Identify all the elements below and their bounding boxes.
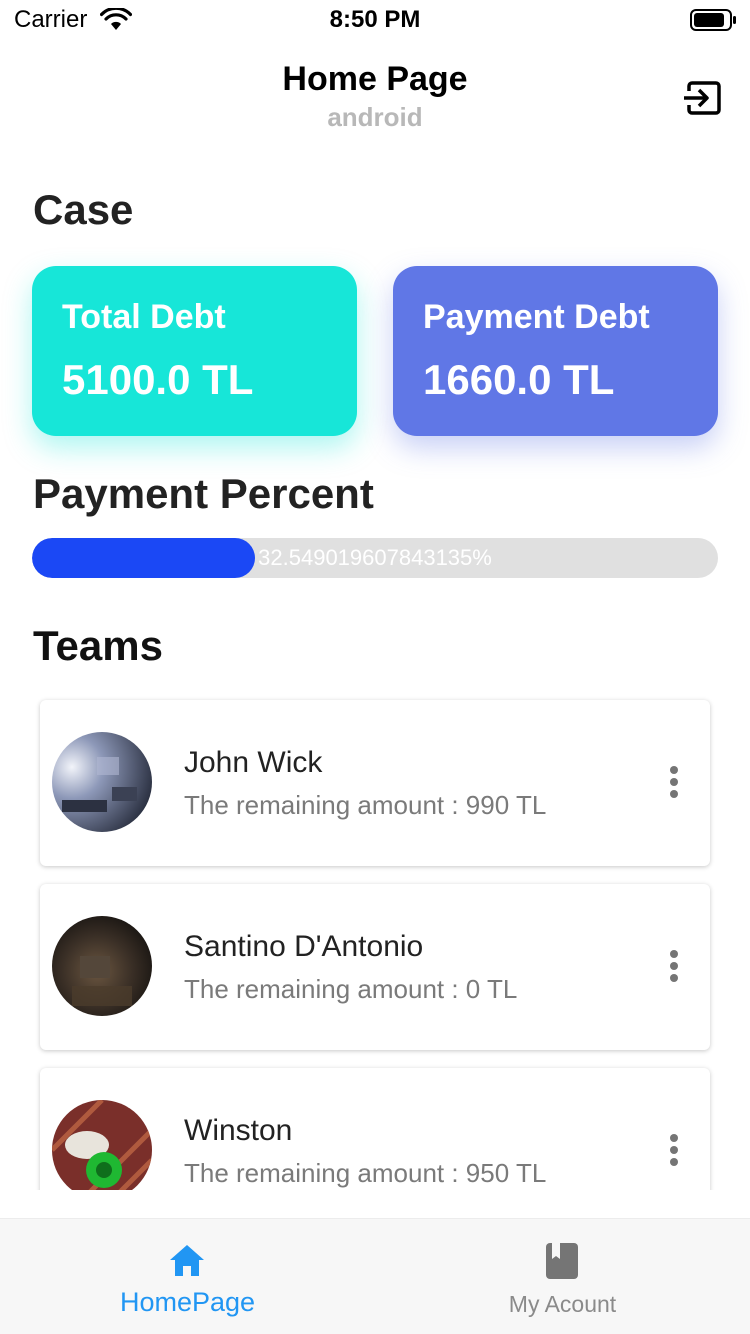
page-subtitle: android [327, 102, 423, 132]
tab-my-account-label: My Acount [508, 1291, 617, 1317]
exit-icon[interactable] [680, 76, 724, 120]
total-debt-label: Total Debt [62, 298, 226, 336]
payment-debt-label: Payment Debt [423, 298, 650, 336]
tab-homepage[interactable]: HomePage [0, 1219, 375, 1334]
team-card-winston[interactable]: Winston The remaining amount : 950 TL [40, 1068, 710, 1190]
home-icon [170, 1245, 204, 1276]
total-debt-card: Total Debt 5100.0 TL [32, 266, 357, 436]
bottom-navigation: HomePage My Acount [0, 1218, 750, 1334]
team-avatar [52, 1100, 152, 1190]
battery-icon [690, 9, 736, 31]
progress-text: 32.549019607843135% [258, 545, 492, 570]
tab-my-account[interactable]: My Acount [375, 1219, 750, 1334]
total-debt-value: 5100.0 TL [62, 356, 254, 403]
tab-homepage-label: HomePage [119, 1287, 256, 1317]
team-avatar [52, 732, 152, 832]
more-vertical-icon[interactable] [664, 1130, 684, 1170]
payment-percent-title: Payment Percent [33, 470, 374, 517]
team-card-john-wick[interactable]: John Wick The remaining amount : 990 TL [40, 700, 710, 866]
page-title: Home Page [282, 60, 468, 98]
book-icon [546, 1243, 578, 1279]
teams-list[interactable]: John Wick The remaining amount : 990 TL … [0, 690, 750, 1190]
team-name: Winston [184, 1114, 293, 1147]
team-amount: The remaining amount : 950 TL [184, 1158, 547, 1188]
payment-debt-value: 1660.0 TL [423, 356, 615, 403]
more-vertical-icon[interactable] [664, 946, 684, 986]
payment-debt-card: Payment Debt 1660.0 TL [393, 266, 718, 436]
payment-progress-bar: 32.549019607843135% [32, 538, 718, 578]
team-amount: The remaining amount : 0 TL [184, 974, 518, 1004]
teams-title: Teams [33, 622, 163, 669]
status-time: 8:50 PM [329, 6, 421, 33]
app-header: Home Page android [0, 56, 750, 146]
team-name: John Wick [184, 746, 323, 779]
status-bar: Carrier 8:50 PM [0, 0, 750, 40]
team-name: Santino D'Antonio [184, 930, 424, 963]
team-amount: The remaining amount : 990 TL [184, 790, 547, 820]
more-vertical-icon[interactable] [664, 762, 684, 802]
team-card-santino[interactable]: Santino D'Antonio The remaining amount :… [40, 884, 710, 1050]
case-title: Case [33, 186, 134, 233]
team-avatar [52, 916, 152, 1016]
